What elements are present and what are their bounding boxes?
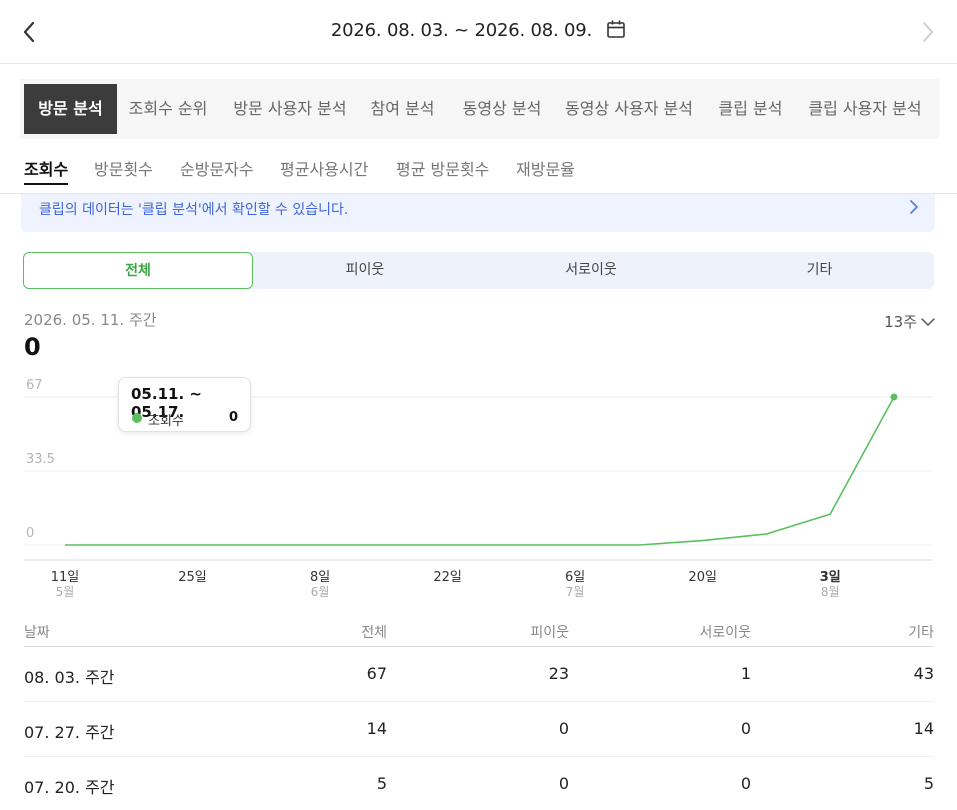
sub-tabs: 조회수 방문횟수 순방문자수 평균사용시간 평균 방문횟수 재방문율: [0, 148, 957, 194]
x-tick-day-label: 22일: [433, 570, 462, 585]
chevron-right-icon[interactable]: [907, 198, 921, 216]
chart-tooltip: 05.11. ~ 05.17. 조회수 0: [118, 377, 251, 432]
segment-other[interactable]: 기타: [705, 252, 934, 289]
table-row[interactable]: 07. 27. 주간 14 0 0 14: [24, 702, 934, 757]
x-tick-month-label: 7월: [566, 585, 585, 599]
tab-views-ranking[interactable]: 조회수 순위: [123, 84, 213, 134]
cell-mutual-neighbor: 0: [740, 719, 751, 738]
top-bar: 2026. 08. 03. ~ 2026. 08. 09.: [0, 0, 957, 64]
x-tick-day-label: 20일: [688, 570, 717, 585]
x-tick-day-label: 6일: [565, 570, 585, 585]
header-neighbor: 피이웃: [530, 625, 569, 641]
cell-date: 07. 27. 주간: [24, 723, 115, 742]
cell-total: 67: [366, 664, 387, 683]
cell-date: 07. 20. 주간: [24, 778, 115, 797]
table-header: 날짜 전체 피이웃 서로이웃 기타: [24, 614, 934, 647]
clip-notice-banner[interactable]: 클립의 데이터는 '클립 분석'에서 확인할 수 있습니다.: [21, 194, 935, 232]
calendar-icon[interactable]: [606, 19, 626, 44]
main-tabs: 방문 분석 조회수 순위 방문 사용자 분석 참여 분석 동영상 분석 동영상 …: [20, 79, 939, 139]
cell-mutual-neighbor: 1: [740, 664, 751, 683]
x-tick-day-label: 25일: [178, 570, 207, 585]
subtab-revisit-rate[interactable]: 재방문율: [516, 156, 575, 183]
cell-neighbor: 0: [558, 719, 569, 738]
cell-total: 5: [376, 774, 387, 793]
date-range-text: 2026. 08. 03. ~ 2026. 08. 09.: [330, 20, 593, 41]
y-tick-label: 67: [26, 378, 43, 393]
next-button[interactable]: [915, 18, 939, 46]
chevron-right-icon: [923, 22, 933, 42]
weeks-dropdown[interactable]: 13주: [884, 311, 935, 332]
weeks-dropdown-label: 13주: [884, 313, 917, 331]
subtab-unique-visitors[interactable]: 순방문자수: [180, 156, 254, 183]
cell-mutual-neighbor: 0: [740, 774, 751, 793]
cell-other: 43: [913, 664, 934, 683]
tab-clip-user-analysis[interactable]: 클립 사용자 분석: [803, 84, 927, 134]
segment-mutual-neighbor[interactable]: 서로이웃: [477, 252, 705, 289]
data-point: [890, 393, 898, 401]
subtab-avg-usage-time[interactable]: 평균사용시간: [280, 156, 368, 183]
x-tick-month-label: 5월: [56, 585, 75, 599]
tooltip-series-label: 조회수: [148, 414, 184, 429]
cell-neighbor: 23: [548, 664, 569, 683]
header-date: 날짜: [24, 625, 50, 641]
chevron-down-icon: [921, 318, 935, 326]
tooltip-value: 0: [228, 410, 238, 425]
y-tick-label: 33.5: [26, 452, 55, 467]
cell-neighbor: 0: [558, 774, 569, 793]
header-other: 기타: [908, 625, 934, 641]
header-total: 전체: [361, 625, 387, 641]
x-tick-day-label: 3일: [820, 570, 841, 585]
tab-clip-analysis[interactable]: 클립 분석: [713, 84, 788, 134]
tab-visit-analysis[interactable]: 방문 분석: [24, 84, 117, 134]
tab-engagement-analysis[interactable]: 참여 분석: [365, 84, 440, 134]
x-tick-day-label: 8일: [310, 570, 330, 585]
notice-text: 클립의 데이터는 '클립 분석'에서 확인할 수 있습니다.: [39, 202, 349, 218]
y-tick-label: 0: [26, 526, 34, 541]
table-row[interactable]: 07. 20. 주간 5 0 0 5: [24, 757, 934, 810]
selected-period-value: 0: [24, 333, 41, 361]
subtab-views[interactable]: 조회수: [24, 156, 69, 185]
selected-period-label: 2026. 05. 11. 주간: [24, 311, 157, 329]
cell-total: 14: [366, 719, 387, 738]
cell-other: 5: [923, 774, 934, 793]
cell-date: 08. 03. 주간: [24, 668, 115, 687]
x-tick-month-label: 6월: [311, 585, 330, 599]
table-row[interactable]: 08. 03. 주간 67 23 1 43: [24, 647, 934, 702]
cell-other: 14: [913, 719, 934, 738]
audience-segment-control: 전체 피이웃 서로이웃 기타: [23, 252, 934, 289]
header-mutual-neighbor: 서로이웃: [699, 625, 751, 641]
subtab-avg-visits[interactable]: 평균 방문횟수: [396, 156, 489, 183]
tab-visitor-analysis[interactable]: 방문 사용자 분석: [225, 84, 355, 134]
segment-neighbor[interactable]: 피이웃: [253, 252, 477, 289]
x-tick-month-label: 8월: [821, 585, 840, 599]
series-color-dot: [132, 413, 142, 423]
tab-video-analysis[interactable]: 동영상 분석: [456, 84, 548, 134]
subtab-visits[interactable]: 방문횟수: [94, 156, 153, 183]
tab-video-user-analysis[interactable]: 동영상 사용자 분석: [559, 84, 699, 134]
segment-all[interactable]: 전체: [23, 252, 253, 289]
weekly-stats-table: 날짜 전체 피이웃 서로이웃 기타 08. 03. 주간 67 23 1 43 …: [24, 614, 934, 810]
x-tick-day-label: 11일: [51, 570, 80, 585]
date-range[interactable]: 2026. 08. 03. ~ 2026. 08. 09.: [0, 19, 957, 44]
